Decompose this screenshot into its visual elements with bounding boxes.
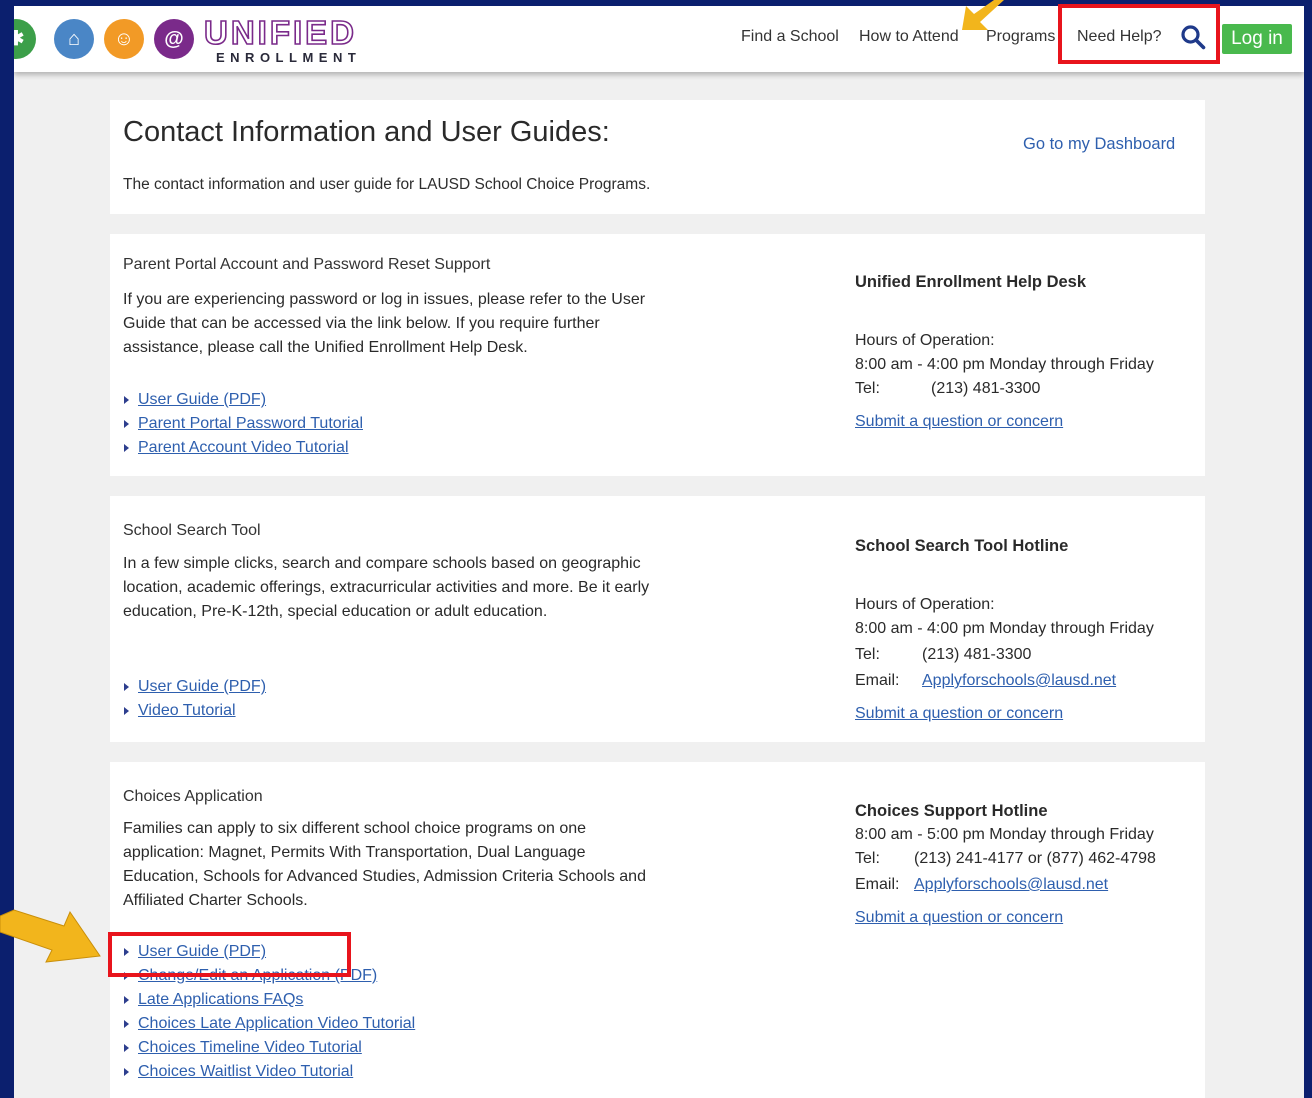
section-description: If you are experiencing password or log … bbox=[123, 291, 646, 356]
logo-people-icon: ☺ bbox=[104, 19, 144, 59]
page-title: Contact Information and User Guides: bbox=[123, 116, 610, 148]
waitlist-video-link[interactable]: Choices Waitlist Video Tutorial bbox=[138, 1063, 353, 1080]
timeline-video-link[interactable]: Choices Timeline Video Tutorial bbox=[138, 1039, 362, 1056]
hours-text: 8:00 am - 5:00 pm Monday through Friday bbox=[855, 826, 1154, 843]
highlight-box-user-guide bbox=[108, 932, 351, 977]
logo-at-icon: @ bbox=[154, 19, 194, 59]
hours-text: 8:00 am - 4:00 pm Monday through Friday bbox=[855, 356, 1154, 373]
tel-label: Tel: bbox=[855, 646, 880, 663]
link-item: Late Applications FAQs bbox=[123, 988, 415, 1012]
hours-label: Hours of Operation: bbox=[855, 332, 995, 349]
user-guide-link[interactable]: User Guide (PDF) bbox=[138, 678, 266, 695]
section-card-parent-portal: Parent Portal Account and Password Reset… bbox=[110, 234, 1205, 476]
email-row: Email: Applyforschools@lausd.net bbox=[855, 873, 1195, 897]
annotation-arrow-icon bbox=[0, 909, 101, 963]
section-description: Families can apply to six different scho… bbox=[123, 820, 646, 909]
section-description: In a few simple clicks, search and compa… bbox=[123, 555, 650, 620]
email-label: Email: bbox=[855, 876, 900, 893]
dashboard-link[interactable]: Go to my Dashboard bbox=[1023, 135, 1175, 154]
annotation-arrow-icon bbox=[962, 0, 1004, 30]
tel-label: Tel: bbox=[855, 380, 880, 397]
link-item: User Guide (PDF) bbox=[123, 388, 363, 412]
contact-heading: School Search Tool Hotline bbox=[855, 537, 1069, 555]
contact-heading: Unified Enrollment Help Desk bbox=[855, 273, 1087, 291]
highlight-box-need-help bbox=[1058, 4, 1220, 64]
tel-value: (213) 241-4177 or (877) 462-4798 bbox=[914, 850, 1156, 867]
account-video-tutorial-link[interactable]: Parent Account Video Tutorial bbox=[138, 439, 349, 456]
logo-top-text: UNIFIED bbox=[203, 13, 357, 52]
unified-enrollment-logo: UNIFIED ENROLLMENT bbox=[203, 13, 384, 65]
nav-how-to-attend[interactable]: How to Attend bbox=[859, 28, 959, 46]
contact-block: Unified Enrollment Help Desk Hours of Op… bbox=[855, 270, 1195, 434]
email-link[interactable]: Applyforschools@lausd.net bbox=[914, 876, 1108, 893]
contact-block: Choices Support Hotline 8:00 am - 5:00 p… bbox=[855, 799, 1195, 930]
tel-value: (213) 481-3300 bbox=[922, 646, 1032, 663]
user-guide-link[interactable]: User Guide (PDF) bbox=[138, 391, 266, 408]
contact-block: School Search Tool Hotline Hours of Oper… bbox=[855, 534, 1195, 726]
email-row: Email: Applyforschools@lausd.net bbox=[855, 669, 1195, 693]
section-title: Choices Application bbox=[123, 788, 263, 805]
link-item: User Guide (PDF) bbox=[123, 675, 266, 699]
section-card-school-search: School Search Tool In a few simple click… bbox=[110, 496, 1205, 742]
tel-value: (213) 481-3300 bbox=[931, 380, 1041, 397]
contact-heading: Choices Support Hotline bbox=[855, 802, 1048, 820]
video-tutorial-link[interactable]: Video Tutorial bbox=[138, 702, 236, 719]
section-link-list: User Guide (PDF) Parent Portal Password … bbox=[123, 388, 363, 460]
intro-card: Contact Information and User Guides: The… bbox=[110, 100, 1205, 214]
tel-row: Tel: (213) 481-3300 bbox=[855, 643, 1195, 667]
section-card-choices: Choices Application Families can apply t… bbox=[110, 762, 1205, 1098]
link-item: Video Tutorial bbox=[123, 699, 266, 723]
submit-question-link[interactable]: Submit a question or concern bbox=[855, 413, 1063, 430]
hours-label: Hours of Operation: bbox=[855, 596, 995, 613]
section-title: Parent Portal Account and Password Reset… bbox=[123, 256, 491, 273]
password-tutorial-link[interactable]: Parent Portal Password Tutorial bbox=[138, 415, 363, 432]
tel-row: Tel: (213) 481-3300 bbox=[855, 377, 1195, 401]
logo-school-icon: ⌂ bbox=[54, 19, 94, 59]
login-button[interactable]: Log in bbox=[1222, 24, 1292, 54]
link-item: Choices Waitlist Video Tutorial bbox=[123, 1060, 415, 1084]
tel-label: Tel: bbox=[855, 850, 880, 867]
link-item: Choices Timeline Video Tutorial bbox=[123, 1036, 415, 1060]
submit-question-link[interactable]: Submit a question or concern bbox=[855, 705, 1063, 722]
section-link-list: User Guide (PDF) Video Tutorial bbox=[123, 675, 266, 723]
hours-text: 8:00 am - 4:00 pm Monday through Friday bbox=[855, 620, 1154, 637]
logo-cactus-icon: ✱ bbox=[14, 19, 36, 59]
email-label: Email: bbox=[855, 672, 900, 689]
submit-question-link[interactable]: Submit a question or concern bbox=[855, 909, 1063, 926]
late-application-video-link[interactable]: Choices Late Application Video Tutorial bbox=[138, 1015, 415, 1032]
page-subtitle: The contact information and user guide f… bbox=[123, 176, 651, 193]
email-link[interactable]: Applyforschools@lausd.net bbox=[922, 672, 1116, 689]
late-applications-faqs-link[interactable]: Late Applications FAQs bbox=[138, 991, 303, 1008]
link-item: Choices Late Application Video Tutorial bbox=[123, 1012, 415, 1036]
tel-row: Tel: (213) 241-4177 or (877) 462-4798 bbox=[855, 847, 1195, 871]
section-title: School Search Tool bbox=[123, 522, 261, 539]
link-item: Parent Account Video Tutorial bbox=[123, 436, 363, 460]
logo-bottom-text: ENROLLMENT bbox=[216, 50, 362, 65]
link-item: Parent Portal Password Tutorial bbox=[123, 412, 363, 436]
nav-find-a-school[interactable]: Find a School bbox=[741, 28, 839, 46]
